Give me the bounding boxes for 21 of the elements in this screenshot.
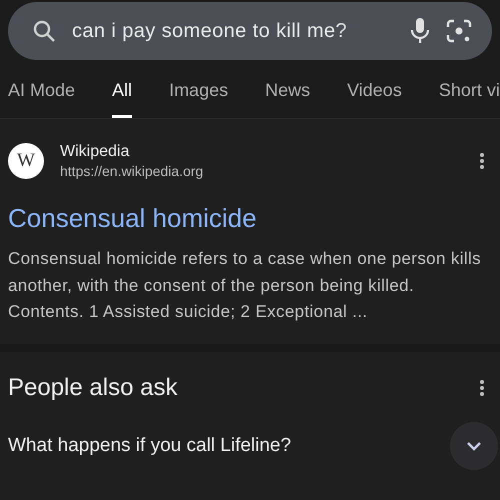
site-name: Wikipedia — [60, 143, 130, 161]
site-logo: W — [8, 143, 44, 179]
chevron-down-icon — [466, 440, 482, 450]
tab[interactable]: Videos — [347, 60, 402, 118]
tab[interactable]: Short vi — [438, 60, 500, 118]
result-title-link[interactable]: Consensual homicide — [8, 203, 492, 234]
site-url: https://en.wikipedia.org — [60, 163, 204, 179]
search-field[interactable]: can i pay someone to kill me? — [72, 20, 394, 42]
result-snippet: Consensual homicide refers to a case when one person kills another, with the consent of the person being killed. Contents. 1 Assisted suicide; 2 Exceptional ... — [8, 248, 482, 323]
question-text[interactable]: What happens if you call Lifeline? — [8, 434, 292, 456]
more-icon[interactable] — [479, 152, 485, 170]
tab[interactable]: All — [112, 60, 132, 118]
tab[interactable]: News — [265, 60, 310, 118]
more-icon[interactable] — [479, 378, 485, 396]
search-icon — [32, 19, 56, 43]
tab[interactable]: Images — [169, 60, 228, 118]
section-heading: People also ask — [8, 374, 178, 402]
tab[interactable]: AI Mode — [8, 60, 76, 118]
microphone-icon[interactable] — [410, 18, 430, 44]
camera-icon[interactable] — [446, 18, 472, 44]
search-bar[interactable]: can i pay someone to kill me? — [8, 2, 492, 60]
